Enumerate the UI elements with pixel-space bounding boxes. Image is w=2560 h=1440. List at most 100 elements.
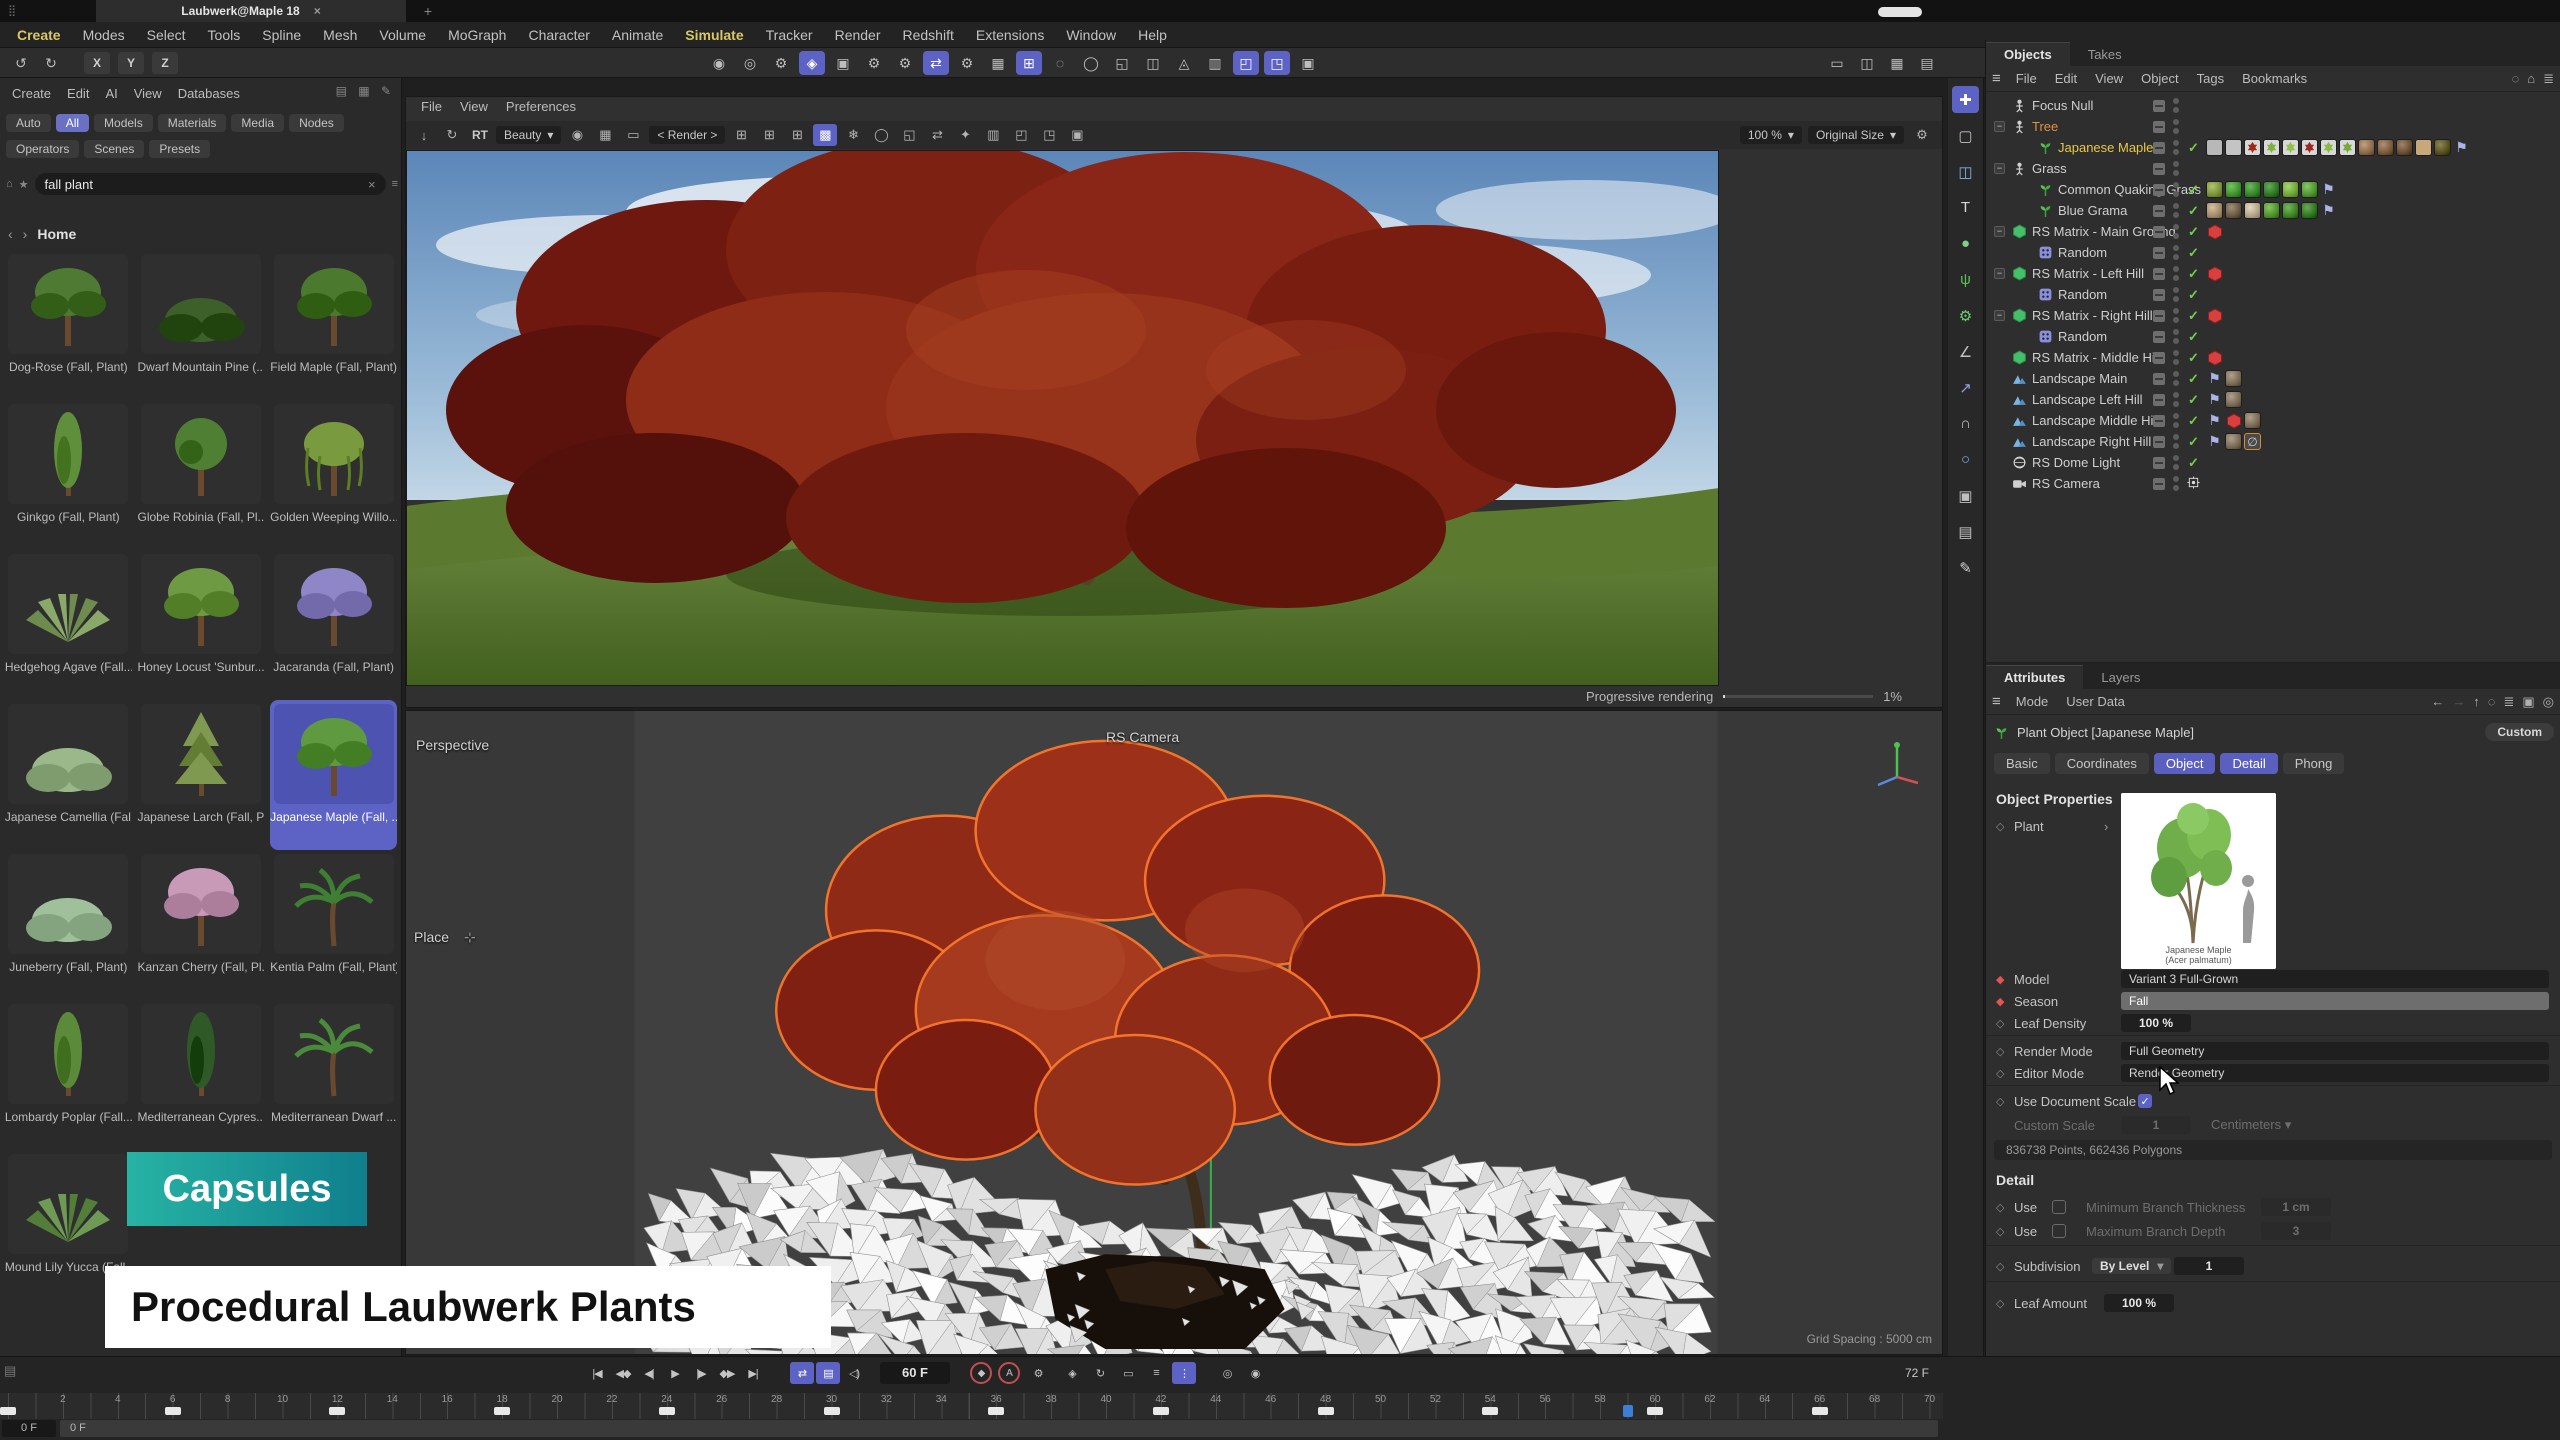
plant-item[interactable]: Juneberry (Fall, Plant) bbox=[5, 850, 132, 1000]
keyframe-diamond-icon[interactable]: ◇ bbox=[1996, 1095, 2014, 1108]
list-view-icon[interactable]: ≡ bbox=[392, 178, 398, 190]
filter-auto[interactable]: Auto bbox=[6, 114, 51, 132]
material-tag-icon[interactable] bbox=[2225, 181, 2242, 198]
visibility-dots[interactable] bbox=[2172, 350, 2180, 365]
plant-item[interactable]: Japanese Larch (Fall, Pl... bbox=[137, 700, 264, 850]
flag-tag-icon[interactable]: ⚑ bbox=[2453, 139, 2470, 156]
custom-button[interactable]: Custom bbox=[2485, 723, 2554, 741]
menu-simulate[interactable]: Simulate bbox=[674, 27, 754, 43]
redshift-tag-icon[interactable] bbox=[2206, 349, 2223, 366]
plant-item[interactable]: Hedgehog Agave (Fall... bbox=[5, 550, 132, 700]
menu-mesh[interactable]: Mesh bbox=[312, 27, 368, 43]
visibility-dots[interactable] bbox=[2172, 203, 2180, 218]
layout-dual-icon[interactable]: ◫ bbox=[1854, 51, 1880, 75]
layout-single-icon[interactable]: ▭ bbox=[1824, 51, 1850, 75]
go-to-start-button[interactable]: |◀ bbox=[585, 1362, 609, 1384]
current-frame-field[interactable]: 60 F bbox=[880, 1362, 950, 1384]
end-frame-field[interactable]: 72 F bbox=[1893, 1364, 1941, 1382]
next-frame-button[interactable]: |▶ bbox=[689, 1362, 713, 1384]
plant-item[interactable]: Japanese Maple (Fall, ... bbox=[270, 700, 397, 850]
close-icon[interactable]: × bbox=[314, 4, 321, 18]
perspective-viewport[interactable]: Perspective RS Camera Place ⊹ Grid Spaci… bbox=[405, 710, 1943, 1355]
attr-tab-phong[interactable]: Phong bbox=[2283, 753, 2345, 774]
gear-icon[interactable]: ⚙ bbox=[1910, 124, 1934, 146]
pip-a-icon[interactable]: ◰ bbox=[1233, 51, 1259, 75]
tab-attributes[interactable]: Attributes bbox=[1986, 665, 2083, 689]
keyframe-diamond-icon[interactable]: ◇ bbox=[1996, 1045, 2014, 1058]
pass-dropdown[interactable]: Beauty▾ bbox=[496, 126, 561, 144]
timeline-key-marker[interactable] bbox=[1647, 1407, 1663, 1415]
pip-2-icon[interactable]: ◳ bbox=[1037, 124, 1061, 146]
flag-tag-icon[interactable]: ⚑ bbox=[2206, 391, 2223, 408]
flag-tag-icon[interactable]: ⚑ bbox=[2206, 412, 2223, 429]
timeline-options-icon[interactable]: ▤ bbox=[4, 1363, 16, 1379]
keyframe-diamond-icon[interactable]: ◇ bbox=[1996, 1225, 2014, 1238]
redshift-tag-icon[interactable] bbox=[2206, 307, 2223, 324]
material-tag-icon[interactable] bbox=[2282, 181, 2299, 198]
search-input[interactable]: fall plant × bbox=[35, 173, 386, 195]
enabled-check-icon[interactable]: ✓ bbox=[2186, 371, 2201, 387]
playhead[interactable] bbox=[1623, 1405, 1633, 1417]
model-mode-icon[interactable]: ◈ bbox=[799, 51, 825, 75]
model-dropdown[interactable]: Variant 3 Full-Grown bbox=[2121, 970, 2549, 988]
keyframe-diamond-icon[interactable]: ◇ bbox=[1996, 1297, 2014, 1310]
om-menu-view[interactable]: View bbox=[2086, 71, 2132, 86]
leaf-density-input[interactable]: 100 % bbox=[2121, 1014, 2191, 1032]
menu-window[interactable]: Window bbox=[1055, 27, 1127, 43]
collapse-icon[interactable]: − bbox=[1994, 226, 2005, 237]
home-icon[interactable]: ⌂ bbox=[6, 178, 13, 190]
plant-item[interactable]: Lombardy Poplar (Fall... bbox=[5, 1000, 132, 1150]
go-to-end-button[interactable]: ▶| bbox=[741, 1362, 765, 1384]
enabled-check-icon[interactable]: ✓ bbox=[2186, 224, 2201, 240]
chart-icon[interactable]: ▥ bbox=[1202, 51, 1228, 75]
layer-chip-icon[interactable] bbox=[2153, 247, 2165, 259]
render-to-picture-viewer-icon[interactable]: ◎ bbox=[737, 51, 763, 75]
object-row[interactable]: −RS Matrix - Left Hill✓ bbox=[1986, 263, 2560, 284]
menu-redshift[interactable]: Redshift bbox=[892, 27, 965, 43]
enabled-check-icon[interactable]: ✓ bbox=[2186, 392, 2201, 408]
fields-icon[interactable]: ◬ bbox=[1171, 51, 1197, 75]
breadcrumb[interactable]: Home bbox=[37, 226, 76, 242]
asset-menu-databases[interactable]: Databases bbox=[170, 86, 248, 101]
subdivision-mode-dropdown[interactable]: By Level▾ bbox=[2092, 1258, 2171, 1274]
layer-chip-icon[interactable] bbox=[2153, 100, 2165, 112]
modeling-settings-icon[interactable]: ⚙ bbox=[861, 51, 887, 75]
keyframe-diamond-icon[interactable]: ◇ bbox=[1996, 1201, 2014, 1214]
magnet-tool-icon[interactable]: ∩ bbox=[1952, 410, 1979, 437]
filter-presets[interactable]: Presets bbox=[149, 140, 210, 158]
layer-chip-icon[interactable] bbox=[2153, 163, 2165, 175]
filter-all[interactable]: All bbox=[56, 114, 89, 132]
record-pla-button[interactable]: ⋮ bbox=[1172, 1362, 1196, 1384]
filter-nodes[interactable]: Nodes bbox=[289, 114, 344, 132]
previous-frame-button[interactable]: ◀| bbox=[637, 1362, 661, 1384]
filter-materials[interactable]: Materials bbox=[158, 114, 227, 132]
material-tag-icon[interactable] bbox=[2206, 181, 2223, 198]
material-tag-icon[interactable] bbox=[2263, 202, 2280, 219]
plant-item[interactable]: Ginkgo (Fall, Plant) bbox=[5, 400, 132, 550]
render-menu-file[interactable]: File bbox=[412, 99, 451, 114]
snowflake-icon[interactable]: ❄ bbox=[841, 124, 865, 146]
texture-tag-icon[interactable] bbox=[2263, 139, 2280, 156]
material-tag-icon[interactable] bbox=[2225, 370, 2242, 387]
visibility-dots[interactable] bbox=[2172, 119, 2180, 134]
search-icon[interactable]: ◌ bbox=[2512, 71, 2520, 87]
viewport-view-menu[interactable]: Perspective bbox=[416, 737, 489, 753]
flag-tag-icon[interactable]: ⚑ bbox=[2320, 202, 2337, 219]
paste-frame-button[interactable]: ▤ bbox=[816, 1362, 840, 1384]
menu-mograph[interactable]: MoGraph bbox=[437, 27, 517, 43]
plant-preview-thumbnail[interactable]: Japanese Maple (Acer palmatum) bbox=[2121, 793, 2276, 969]
object-row[interactable]: RS Matrix - Middle Hill✓ bbox=[1986, 347, 2560, 368]
new-tab-button[interactable]: + bbox=[418, 2, 438, 20]
rendered-image[interactable] bbox=[406, 150, 1719, 686]
ui-toggle-icon[interactable]: ▤ bbox=[1914, 51, 1940, 75]
tab-takes[interactable]: Takes bbox=[2070, 43, 2140, 66]
record-scale-button[interactable]: ▭ bbox=[1116, 1362, 1140, 1384]
menu-create[interactable]: Create bbox=[6, 27, 72, 43]
panel-menu-icon[interactable]: ≡ bbox=[1992, 693, 2001, 710]
record-parameters-button[interactable]: ≡ bbox=[1144, 1362, 1168, 1384]
up-icon[interactable]: ↑ bbox=[2473, 694, 2480, 710]
render-settings-icon[interactable]: ⚙ bbox=[768, 51, 794, 75]
axis-tool-icon[interactable]: ↗ bbox=[1952, 374, 1979, 401]
pip-1-icon[interactable]: ◰ bbox=[1009, 124, 1033, 146]
menu-render[interactable]: Render bbox=[824, 27, 892, 43]
